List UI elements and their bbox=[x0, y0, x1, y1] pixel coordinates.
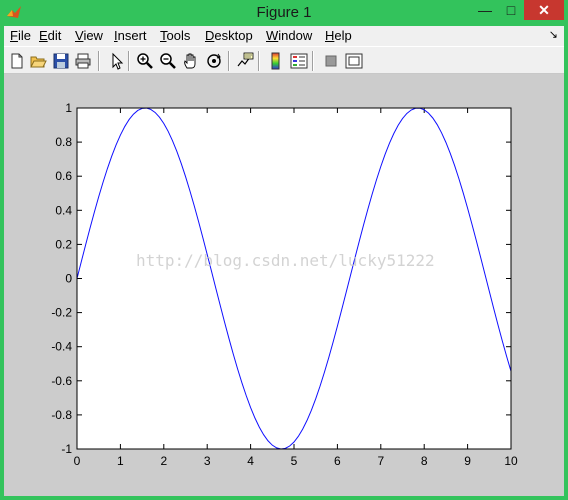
x-tick-label: 3 bbox=[204, 454, 211, 468]
zoom-in-icon[interactable] bbox=[136, 52, 154, 70]
menu-help[interactable]: Help bbox=[325, 28, 352, 43]
y-tick-label: 1 bbox=[65, 101, 72, 115]
legend-icon[interactable] bbox=[290, 52, 308, 70]
y-tick-label: -0.2 bbox=[51, 306, 72, 320]
menu-desktop[interactable]: Desktop bbox=[205, 28, 253, 43]
dock-arrow-icon[interactable]: ↘ bbox=[549, 28, 558, 41]
x-tick-label: 4 bbox=[247, 454, 254, 468]
show-plot-tools-icon[interactable] bbox=[345, 52, 363, 70]
y-tick-label: 0.4 bbox=[55, 203, 72, 217]
rotate-3d-icon[interactable] bbox=[205, 52, 223, 70]
x-tick-label: 8 bbox=[421, 454, 428, 468]
minimize-button[interactable]: — bbox=[472, 0, 498, 20]
figure-window: Figure 1 — □ ✕ File Edit View Insert Tools De… bbox=[0, 0, 568, 500]
x-tick-label: 7 bbox=[377, 454, 384, 468]
menu-file[interactable]: File bbox=[10, 28, 31, 43]
zoom-out-icon[interactable] bbox=[159, 52, 177, 70]
figure-canvas[interactable]: 0 1 2 3 4 5 6 7 8 9 10 1 0.8 0.6 0.4 0.2 0 -0.2 -0.4 -0.6 -0… bbox=[4, 74, 564, 496]
figure-toolbar bbox=[4, 46, 564, 74]
open-file-icon[interactable] bbox=[29, 52, 47, 70]
data-cursor-icon[interactable] bbox=[236, 52, 254, 70]
y-tick-label: -0.4 bbox=[51, 340, 72, 354]
menu-bar: File Edit View Insert Tools Desktop Window Help… bbox=[4, 26, 564, 46]
print-icon[interactable] bbox=[74, 52, 92, 70]
menu-tools[interactable]: Tools bbox=[160, 28, 190, 43]
maximize-button[interactable]: □ bbox=[498, 0, 524, 20]
menu-view[interactable]: View bbox=[75, 28, 103, 43]
edit-plot-icon[interactable] bbox=[108, 52, 126, 70]
title-bar[interactable]: Figure 1 — □ ✕ bbox=[0, 0, 568, 26]
y-tick-label: 0.6 bbox=[55, 169, 72, 183]
save-icon[interactable] bbox=[52, 52, 70, 70]
y-tick-label: -0.8 bbox=[51, 408, 72, 422]
x-tick-label: 9 bbox=[464, 454, 471, 468]
toolbar-separator bbox=[128, 51, 130, 71]
new-figure-icon[interactable] bbox=[8, 52, 26, 70]
pan-icon[interactable] bbox=[182, 52, 200, 70]
menu-insert[interactable]: Insert bbox=[114, 28, 147, 43]
y-tick-label: 0.2 bbox=[55, 237, 72, 251]
x-tick-label: 0 bbox=[74, 454, 81, 468]
watermark-text: http://blog.csdn.net/lucky51222 bbox=[136, 251, 435, 270]
colorbar-icon[interactable] bbox=[267, 52, 285, 70]
menu-edit[interactable]: Edit bbox=[39, 28, 61, 43]
y-tick-label: -0.6 bbox=[51, 374, 72, 388]
y-tick-label: 0.8 bbox=[55, 135, 72, 149]
x-tick-label: 5 bbox=[291, 454, 298, 468]
toolbar-separator bbox=[258, 51, 260, 71]
sine-plot: 0 1 2 3 4 5 6 7 8 9 10 1 0.8 0.6 0.4 0.2 0 -0.2 -0.4 -0.6 -0… bbox=[51, 101, 518, 468]
toolbar-separator bbox=[228, 51, 230, 71]
x-tick-label: 6 bbox=[334, 454, 341, 468]
menu-window[interactable]: Window bbox=[266, 28, 312, 43]
toolbar-separator bbox=[98, 51, 100, 71]
x-tick-label: 2 bbox=[160, 454, 167, 468]
axes-background bbox=[77, 108, 511, 449]
x-tick-label: 10 bbox=[504, 454, 518, 468]
close-button[interactable]: ✕ bbox=[524, 0, 564, 20]
toolbar-separator bbox=[312, 51, 314, 71]
y-tick-label: 0 bbox=[65, 272, 72, 286]
x-tick-label: 1 bbox=[117, 454, 124, 468]
y-tick-label: -1 bbox=[61, 442, 72, 456]
hide-plot-tools-icon[interactable] bbox=[322, 52, 340, 70]
